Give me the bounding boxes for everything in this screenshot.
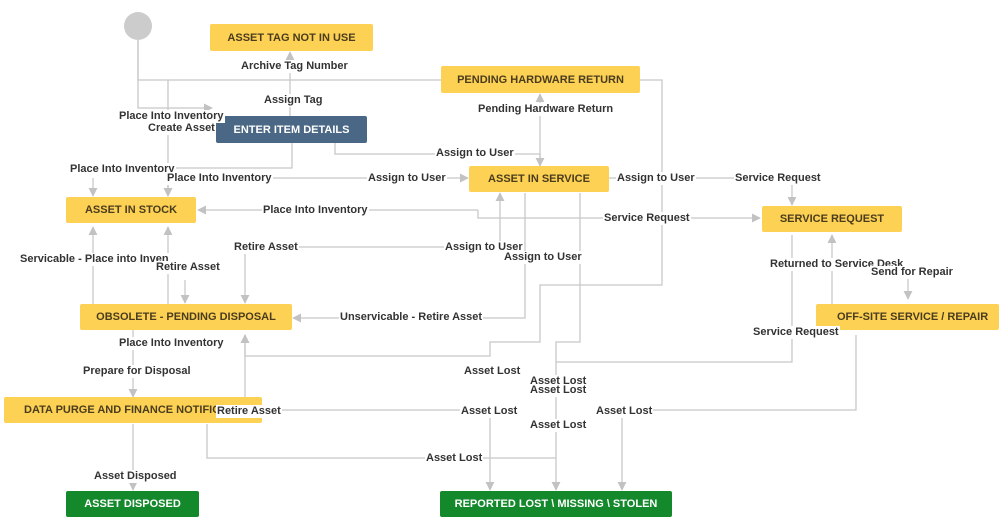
status-reported-lost[interactable]: REPORTED LOST \ MISSING \ STOLEN: [440, 491, 672, 517]
transition-label[interactable]: Archive Tag Number: [240, 60, 349, 73]
transition-label[interactable]: Asset Lost: [529, 419, 588, 432]
transition-line: [245, 192, 505, 248]
transition-label[interactable]: Retire Asset: [155, 261, 221, 274]
transition-line: [163, 143, 293, 197]
transition-label[interactable]: Asset Lost: [595, 405, 654, 418]
transition-label[interactable]: Place Into Inventory: [69, 163, 176, 176]
status-asset-in-stock[interactable]: ASSET IN STOCK: [66, 197, 196, 223]
transition-label[interactable]: Pending Hardware Return: [477, 103, 615, 116]
transition-label[interactable]: Assign Tag: [263, 94, 324, 107]
transition-label[interactable]: Asset Disposed: [93, 470, 178, 483]
workflow-diagram: ASSET TAG NOT IN USE PENDING HARDWARE RE…: [0, 0, 999, 520]
transition-label[interactable]: Asset Lost: [463, 365, 522, 378]
transition-label[interactable]: Unservicable - Retire Asset: [339, 311, 484, 324]
transition-line: [262, 409, 495, 491]
status-asset-in-service[interactable]: ASSET IN SERVICE: [469, 166, 609, 192]
transition-label[interactable]: Assign to User: [367, 172, 447, 185]
transition-label[interactable]: Place Into Inventory: [262, 204, 369, 217]
transition-label[interactable]: Place Into Inventory: [118, 337, 225, 350]
status-asset-tag-not-in-use[interactable]: ASSET TAG NOT IN USE: [210, 24, 373, 51]
transition-label[interactable]: Retire Asset: [216, 405, 282, 418]
transition-label[interactable]: Service Request: [752, 326, 840, 339]
transition-label[interactable]: Send for Repair: [870, 266, 954, 279]
transition-label[interactable]: Service Request: [603, 212, 691, 225]
transition-line: [206, 424, 556, 459]
status-obsolete-pending-disposal[interactable]: OBSOLETE - PENDING DISPOSAL: [80, 304, 292, 330]
status-off-site-service-repair[interactable]: OFF-SITE SERVICE / REPAIR: [816, 304, 999, 330]
status-pending-hardware-return[interactable]: PENDING HARDWARE RETURN: [441, 66, 640, 93]
start-node: [124, 12, 152, 40]
transition-label[interactable]: Create Asset: [147, 122, 216, 135]
status-asset-disposed[interactable]: ASSET DISPOSED: [66, 491, 199, 517]
transition-line: [556, 235, 793, 363]
transition-line: [551, 193, 581, 491]
transition-line: [617, 335, 857, 491]
transition-label[interactable]: Retire Asset: [233, 241, 299, 254]
transition-label[interactable]: Asset Lost: [529, 384, 588, 397]
transition-label[interactable]: Assign to User: [435, 147, 515, 160]
status-service-request[interactable]: SERVICE REQUEST: [762, 206, 902, 232]
transition-label[interactable]: Assign to User: [503, 251, 583, 264]
transition-label[interactable]: Service Request: [734, 172, 822, 185]
transition-label[interactable]: Assign to User: [616, 172, 696, 185]
transition-label[interactable]: Asset Lost: [460, 405, 519, 418]
status-enter-item-details[interactable]: ENTER ITEM DETAILS: [216, 116, 367, 143]
transition-label[interactable]: Asset Lost: [425, 452, 484, 465]
transition-label[interactable]: Place Into Inventory: [166, 172, 273, 185]
transition-label[interactable]: Servicable - Place into Inven: [19, 253, 170, 266]
transition-label[interactable]: Prepare for Disposal: [82, 365, 192, 378]
transition-line: [137, 40, 213, 113]
